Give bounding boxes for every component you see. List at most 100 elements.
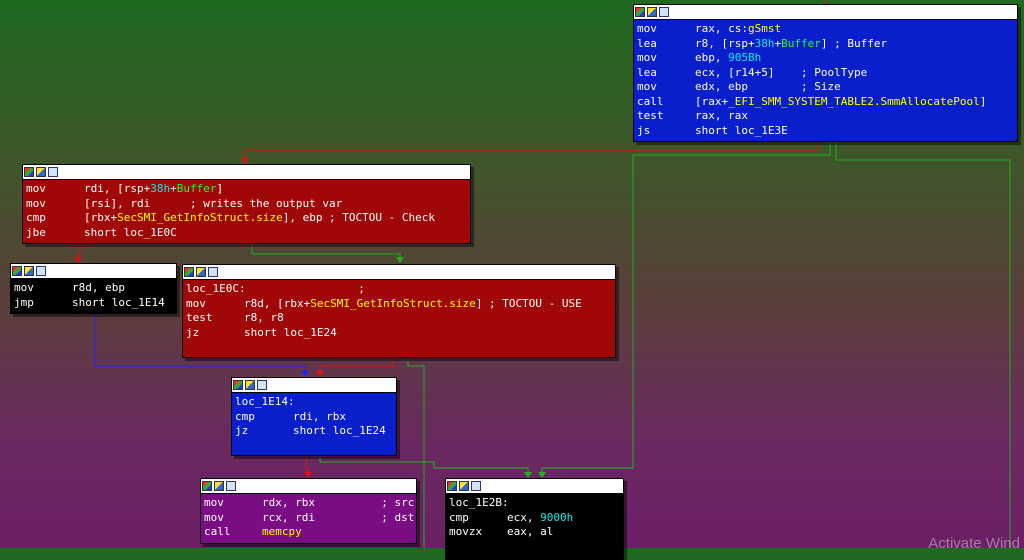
symbol[interactable]: SecSMI_GetInfoStruct.size	[117, 211, 283, 226]
edit-icon[interactable]	[647, 7, 657, 17]
mnemonic: lea	[637, 36, 657, 50]
code-line[interactable]: test rax, rax	[637, 109, 1014, 124]
block-header[interactable]	[11, 264, 176, 279]
code-block-toctou-use[interactable]: loc_1E0C: ; mov r8d, [rbx+ SecSMI_GetInfoSt…	[182, 264, 616, 358]
mnemonic: jbe	[26, 225, 46, 239]
block-header[interactable]	[201, 479, 416, 494]
code-line[interactable]: mov edx, ebp ; Size	[637, 80, 1014, 95]
code-line[interactable]: loc_1E14:	[235, 395, 393, 410]
graph-icon[interactable]	[12, 266, 22, 276]
graph-icon[interactable]	[24, 167, 34, 177]
code-block-smmalloc[interactable]: mov rax, cs: gSmst lea r8, [rsp+ 38h + Buffer] …	[633, 4, 1018, 142]
code-line[interactable]: cmp rdi, rbx	[235, 410, 393, 425]
code-line[interactable]: loc_1E0C: ;	[186, 282, 612, 297]
operand: r8, [rsp+	[695, 36, 755, 50]
mnemonic: call	[204, 525, 231, 538]
operand: rdi, rbx	[293, 409, 346, 423]
operand: r8, r8	[244, 311, 284, 324]
code-line[interactable]: js short loc_1E3E	[637, 124, 1014, 139]
edit-icon[interactable]	[245, 380, 255, 390]
operand: ]	[216, 182, 224, 195]
symbol[interactable]: 905Bh	[728, 51, 761, 66]
block-header[interactable]	[183, 265, 615, 280]
window-icon[interactable]	[226, 481, 236, 491]
symbol[interactable]: SecSMI_GetInfoStruct.size	[310, 297, 476, 312]
code-line[interactable]: jz short loc_1E24	[186, 326, 612, 341]
graph-icon[interactable]	[635, 7, 645, 17]
mnemonic: mov	[26, 182, 46, 195]
block-header[interactable]	[634, 5, 1017, 20]
mnemonic: loc_1E0C:	[186, 282, 246, 295]
mnemonic: mov	[204, 510, 224, 524]
window-icon[interactable]	[36, 266, 46, 276]
symbol[interactable]: Buffer	[781, 37, 821, 52]
graph-icon[interactable]	[233, 380, 243, 390]
window-icon[interactable]	[208, 267, 218, 277]
operand: short loc_1E0C	[84, 225, 177, 239]
code-line[interactable]: jmp short loc_1E14	[14, 296, 173, 311]
code-line[interactable]: mov rdi, [rsp+ 38h + Buffer]	[26, 182, 467, 197]
operand: short loc_1E14	[72, 295, 165, 309]
edit-icon[interactable]	[24, 266, 34, 276]
block-header[interactable]	[232, 378, 396, 393]
code-block-small-mov[interactable]: mov r8d, ebp jmp short loc_1E14	[10, 263, 177, 314]
window-icon[interactable]	[471, 481, 481, 491]
code-line[interactable]: mov r8d, ebp	[14, 281, 173, 296]
mnemonic: cmp	[26, 211, 46, 224]
code-block-toctou-check[interactable]: mov rdi, [rsp+ 38h + Buffer] mov [rsi], rdi ; …	[22, 164, 471, 244]
mnemonic: cmp	[235, 409, 255, 423]
block-body: loc_1E0C: ; mov r8d, [rbx+ SecSMI_GetInfoSt…	[183, 280, 615, 342]
symbol[interactable]: Buffer	[177, 182, 217, 197]
operand: rdx, rbx ; src	[262, 496, 415, 509]
operand: r8d, ebp	[72, 281, 125, 294]
mnemonic: lea	[637, 65, 657, 79]
code-line[interactable]: mov rcx, rdi ; dst	[204, 510, 414, 526]
code-line[interactable]: movzx eax, al	[449, 525, 620, 540]
code-line[interactable]: mov ebp, 905Bh	[637, 51, 1014, 66]
edit-icon[interactable]	[214, 481, 224, 491]
mnemonic: test	[186, 311, 213, 324]
code-line[interactable]: cmp ecx, 9000h	[449, 511, 620, 526]
graph-icon[interactable]	[184, 267, 194, 277]
symbol[interactable]: _EFI_SMM_SYSTEM_TABLE2.SmmAllocatePool	[728, 95, 980, 110]
symbol[interactable]: 38h	[150, 182, 170, 197]
window-icon[interactable]	[257, 380, 267, 390]
symbol[interactable]: 9000h	[540, 511, 573, 526]
code-block-loc-1e14[interactable]: loc_1E14: cmp rdi, rbx jz short loc_1E24	[231, 377, 397, 456]
symbol[interactable]: 38h	[755, 37, 775, 52]
code-block-memcpy[interactable]: mov rdx, rbx ; src mov rcx, rdi ; dst call me…	[200, 478, 417, 544]
operand: ]	[979, 94, 987, 108]
code-line[interactable]: mov r8d, [rbx+ SecSMI_GetInfoStruct.size] …	[186, 297, 612, 312]
code-line[interactable]: loc_1E2B:	[449, 496, 620, 511]
graph-icon[interactable]	[447, 481, 457, 491]
operand: ;	[245, 282, 365, 295]
operand: r8d, [rbx+	[244, 296, 311, 310]
symbol[interactable]: gSmst	[748, 22, 781, 37]
code-line[interactable]: test r8, r8	[186, 311, 612, 326]
code-line[interactable]: jz short loc_1E24	[235, 424, 393, 439]
code-line[interactable]: mov [rsi], rdi ; writes the output var	[26, 197, 467, 212]
code-line[interactable]: jbe short loc_1E0C	[26, 226, 467, 241]
block-header[interactable]	[446, 479, 623, 494]
edit-icon[interactable]	[196, 267, 206, 277]
code-line[interactable]: mov rax, cs: gSmst	[637, 22, 1014, 37]
operand: rax, rax	[695, 109, 748, 122]
window-icon[interactable]	[48, 167, 58, 177]
code-line[interactable]: mov rdx, rbx ; src	[204, 496, 415, 511]
mnemonic: call	[637, 94, 664, 108]
code-line[interactable]: lea r8, [rsp+ 38h + Buffer] ; Buffer	[637, 37, 1014, 52]
operand: ] ; Buffer	[820, 36, 888, 50]
block-header[interactable]	[23, 165, 470, 180]
mnemonic: js	[637, 123, 651, 137]
symbol[interactable]: memcpy	[262, 525, 302, 540]
edit-icon[interactable]	[36, 167, 46, 177]
mnemonic: mov	[26, 196, 46, 210]
code-line[interactable]: call memcpy	[204, 525, 413, 540]
block-body: loc_1E14: cmp rdi, rbx jz short loc_1E24	[232, 393, 396, 441]
code-line[interactable]: lea ecx, [r14+5] ; PoolType	[637, 66, 1014, 81]
code-line[interactable]: call [rax+ _EFI_SMM_SYSTEM_TABLE2.SmmAlloc…	[637, 95, 1014, 110]
window-icon[interactable]	[659, 7, 669, 17]
edit-icon[interactable]	[459, 481, 469, 491]
graph-icon[interactable]	[202, 481, 212, 491]
code-line[interactable]: cmp [rbx+ SecSMI_GetInfoStruct.size], ebp …	[26, 211, 467, 226]
